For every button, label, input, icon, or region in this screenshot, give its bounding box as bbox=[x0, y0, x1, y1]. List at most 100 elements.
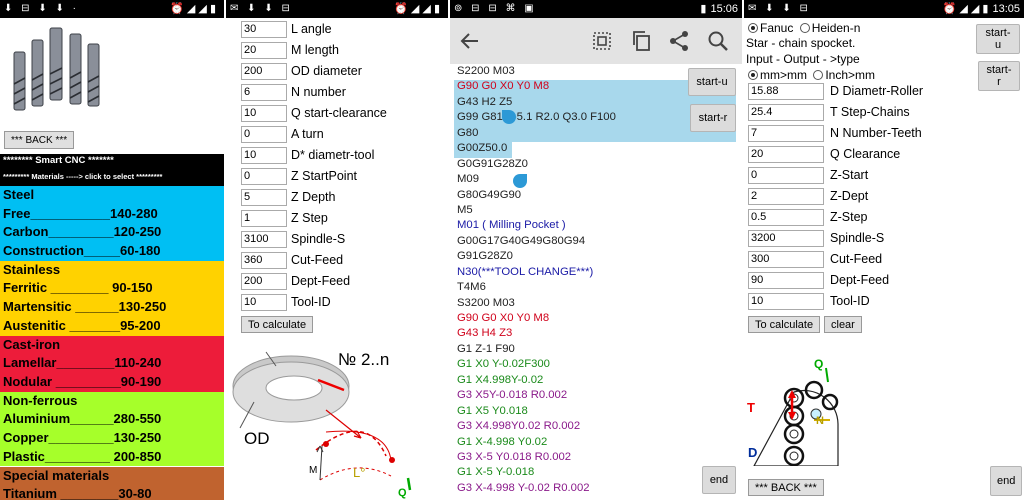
parameter-label: N Number-Teeth bbox=[830, 126, 922, 140]
end-button[interactable]: end bbox=[702, 466, 736, 494]
clear-button[interactable]: clear bbox=[824, 316, 862, 333]
parameter-label: Cut-Feed bbox=[830, 252, 883, 266]
parameter-row: Z Step bbox=[241, 209, 328, 227]
gcode-line: G1 X0 Y-0.02F300 bbox=[457, 358, 550, 371]
gcode-line: G0G91G28Z0 bbox=[457, 157, 528, 170]
end-button[interactable]: end bbox=[990, 466, 1022, 496]
parameter-input[interactable] bbox=[748, 187, 824, 205]
select-all-icon[interactable] bbox=[590, 29, 614, 53]
material-item[interactable]: Ferritic ________ 90-150 bbox=[0, 279, 224, 298]
material-item[interactable]: Free___________140-280 bbox=[0, 205, 224, 224]
gcode-line: G90 G0 X0 Y0 M8 bbox=[457, 312, 550, 324]
notification-icons: ⬇ ⊟ ⬇ ⬇ · bbox=[4, 3, 79, 14]
parameter-row: Z-Step bbox=[748, 208, 868, 226]
status-bar: ⊚ ⊟ ⊟ ⌘ ▣ ▮ 15:06 bbox=[450, 0, 742, 18]
system-icons: ⏰ ◢ ◢ ▮ 13:05 bbox=[942, 3, 1020, 15]
parameter-row: D Diametr-Roller bbox=[748, 82, 923, 100]
material-group[interactable]: Cast-iron Lamellar________110-240 Nodular … bbox=[0, 335, 224, 392]
start-r-button[interactable]: start-r bbox=[978, 61, 1020, 91]
material-item[interactable]: Copper_________130-250 bbox=[0, 429, 224, 448]
parameter-input[interactable] bbox=[241, 146, 287, 164]
parameter-input[interactable] bbox=[241, 230, 287, 248]
material-item[interactable]: Nodular _________90-190 bbox=[0, 373, 224, 392]
calculate-button[interactable]: To calculate bbox=[241, 316, 314, 333]
copy-icon[interactable] bbox=[630, 29, 654, 53]
parameter-input[interactable] bbox=[748, 124, 824, 142]
selection-start-handle[interactable] bbox=[502, 110, 516, 124]
parameter-input[interactable] bbox=[241, 251, 287, 269]
parameter-row: Q Clearance bbox=[748, 145, 900, 163]
material-item[interactable]: Carbon_________120-250 bbox=[0, 223, 224, 242]
gcode-line: M01 ( Milling Pocket ) bbox=[457, 219, 566, 232]
parameter-label: OD diameter bbox=[291, 64, 362, 78]
parameter-input[interactable] bbox=[241, 293, 287, 311]
status-bar: ⬇ ⊟ ⬇ ⬇ · ⏰ ◢ ◢ ▮ bbox=[0, 0, 224, 18]
gcode-line: G43 H4 Z3 bbox=[457, 327, 513, 340]
start-u-button[interactable]: start-u bbox=[976, 24, 1020, 54]
start-r-button[interactable]: start-r bbox=[690, 104, 736, 132]
parameter-input[interactable] bbox=[241, 83, 287, 101]
material-group[interactable]: Special materials Titanium ________30-80 bbox=[0, 466, 224, 500]
material-item[interactable]: Plastic_________ 200-850 bbox=[0, 448, 224, 467]
material-group[interactable]: Non-ferrous Aluminium______280-550 Copper_… bbox=[0, 391, 224, 467]
mm-radio[interactable] bbox=[748, 70, 758, 80]
status-bar: ✉ ⬇ ⬇ ⊟ ⏰ ◢ ◢ ▮ 13:05 bbox=[744, 0, 1024, 18]
gcode-line: M09 bbox=[457, 173, 479, 186]
material-item[interactable]: Lamellar________110-240 bbox=[0, 354, 224, 373]
parameter-input[interactable] bbox=[748, 271, 824, 289]
back-arrow-icon[interactable] bbox=[458, 29, 482, 53]
gcode-line: G00Z50.0 bbox=[457, 142, 508, 155]
parameter-label: Dept-Feed bbox=[291, 274, 351, 288]
parameter-label: Z-Start bbox=[830, 168, 869, 182]
parameter-input[interactable] bbox=[241, 125, 287, 143]
parameter-row: Z-Dept bbox=[748, 187, 868, 205]
material-item[interactable]: Titanium ________30-80 bbox=[0, 485, 224, 500]
parameter-input[interactable] bbox=[241, 104, 287, 122]
inch-radio[interactable] bbox=[813, 70, 824, 80]
selection-toolbar bbox=[450, 18, 742, 64]
back-button[interactable]: *** BACK *** bbox=[748, 479, 824, 496]
gcode-line: T4M6 bbox=[457, 281, 486, 294]
material-group[interactable]: Steel Free___________140-280 Carbon_______… bbox=[0, 186, 224, 261]
parameter-input[interactable] bbox=[748, 166, 824, 184]
parameter-label: Z StartPoint bbox=[291, 169, 357, 183]
parameter-input[interactable] bbox=[241, 167, 287, 185]
t-step-label: T bbox=[747, 400, 755, 415]
material-item[interactable]: Austenitic _______95-200 bbox=[0, 317, 224, 336]
circular-pocket-diagram: № 2..n OD M L° Q bbox=[232, 350, 412, 499]
parameter-input[interactable] bbox=[748, 250, 824, 268]
materials-hint: ********* Materials -----> click to sele… bbox=[0, 168, 224, 186]
parameter-row: Z StartPoint bbox=[241, 167, 357, 185]
parameter-input[interactable] bbox=[748, 229, 824, 247]
parameter-input[interactable] bbox=[748, 82, 824, 100]
parameter-input[interactable] bbox=[241, 20, 287, 38]
start-u-button[interactable]: start-u bbox=[688, 68, 736, 96]
material-group-title: Non-ferrous bbox=[3, 392, 78, 408]
parameter-input[interactable] bbox=[748, 208, 824, 226]
search-icon[interactable] bbox=[706, 29, 730, 53]
selection-end-handle[interactable] bbox=[513, 174, 527, 188]
parameter-input[interactable] bbox=[748, 145, 824, 163]
material-item[interactable]: Construction_____60-180 bbox=[0, 242, 224, 261]
parameter-row: Dept-Feed bbox=[748, 271, 889, 289]
heiden-radio[interactable] bbox=[799, 23, 810, 33]
back-button[interactable]: *** BACK *** bbox=[4, 131, 75, 149]
parameter-label: D* diametr-tool bbox=[291, 148, 375, 162]
material-item[interactable]: Aluminium______280-550 bbox=[0, 410, 224, 429]
parameter-input[interactable] bbox=[241, 209, 287, 227]
material-item[interactable]: Martensitic ______130-250 bbox=[0, 298, 224, 317]
parameter-input[interactable] bbox=[241, 188, 287, 206]
share-icon[interactable] bbox=[667, 29, 691, 53]
parameter-input[interactable] bbox=[241, 272, 287, 290]
calculate-button[interactable]: To calculate bbox=[748, 316, 821, 333]
parameter-input[interactable] bbox=[241, 62, 287, 80]
parameter-input[interactable] bbox=[748, 292, 824, 310]
material-group[interactable]: Stainless Ferritic ________ 90-150 Martens… bbox=[0, 260, 224, 336]
parameter-input[interactable] bbox=[748, 103, 824, 121]
parameter-row: Tool-ID bbox=[748, 292, 870, 310]
od-label: OD bbox=[244, 429, 270, 448]
parameter-input[interactable] bbox=[241, 41, 287, 59]
chain-sprocket-screen: ✉ ⬇ ⬇ ⊟ ⏰ ◢ ◢ ▮ 13:05 Fanuc Heiden-n Star… bbox=[744, 0, 1024, 500]
parameter-label: Q Clearance bbox=[830, 147, 901, 161]
fanuc-radio[interactable] bbox=[748, 23, 758, 33]
